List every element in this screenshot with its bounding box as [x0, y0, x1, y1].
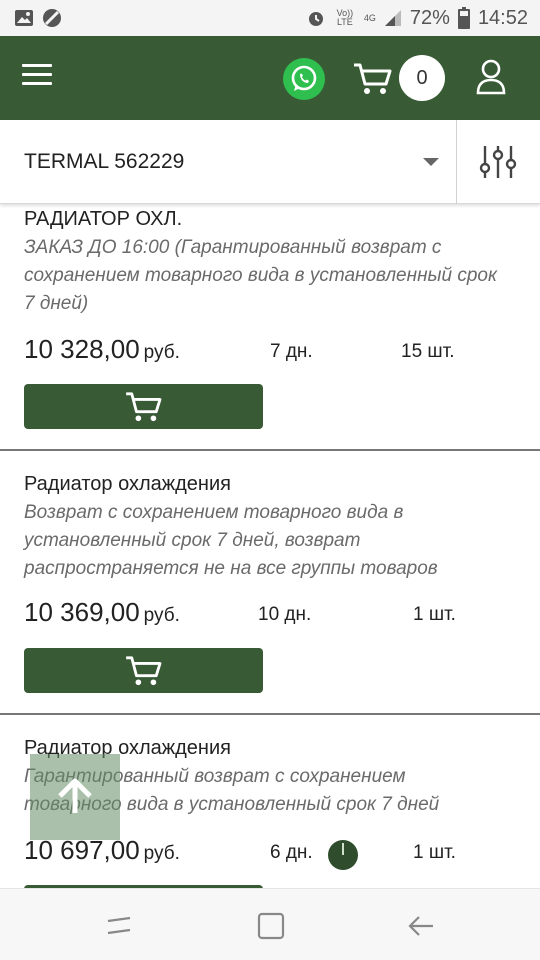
product-price: 10 369,00 руб. — [24, 597, 180, 628]
currency: руб. — [143, 605, 180, 626]
stock-qty: 1 шт. — [413, 604, 456, 625]
cart-icon — [125, 655, 161, 685]
currency: руб. — [143, 843, 180, 864]
clock: 14:52 — [477, 6, 528, 29]
blocked-icon — [42, 8, 62, 28]
loading-indicator — [328, 840, 358, 870]
home-icon[interactable] — [256, 911, 286, 941]
scroll-to-top-button[interactable] — [30, 754, 120, 840]
product-note: Возврат с сохранением товарного вида в у… — [24, 502, 438, 579]
whatsapp-icon[interactable] — [283, 58, 325, 100]
add-to-cart-button[interactable] — [24, 648, 263, 693]
currency: руб. — [143, 342, 180, 363]
delivery-days: 7 дн. — [270, 341, 313, 362]
alarm-icon — [306, 8, 326, 28]
system-nav-bar — [0, 888, 540, 960]
product-item: Радиатор охлаждения Возврат с сохранение… — [0, 451, 540, 715]
hamburger-icon[interactable] — [22, 64, 52, 90]
arrow-up-icon — [58, 778, 92, 813]
network-indicator: 4G — [363, 12, 376, 23]
delivery-days: 6 дн. — [270, 842, 313, 863]
product-price: 10 328,00 руб. — [24, 334, 180, 365]
signal-icon — [384, 9, 402, 27]
stock-qty: 1 шт. — [413, 842, 456, 863]
status-bar: Vo)) LTE 4G 72% 14:52 — [0, 0, 540, 36]
user-icon[interactable] — [476, 59, 506, 95]
product-title: РАДИАТОР ОХЛ. — [24, 208, 183, 230]
battery-icon — [457, 7, 470, 29]
cart-icon[interactable] — [353, 62, 393, 96]
product-item: РАДИАТОР ОХЛ. ЗАКАЗ ДО 16:00 (Гарантиров… — [0, 204, 540, 451]
product-title: Радиатор охлаждения — [24, 473, 231, 495]
add-to-cart-button[interactable] — [24, 384, 263, 429]
filter-bar: TERMAL 562229 — [0, 120, 540, 204]
sliders-icon[interactable] — [478, 144, 520, 180]
search-value: TERMAL 562229 — [24, 150, 185, 173]
image-icon — [14, 9, 34, 27]
cart-icon — [125, 391, 161, 421]
stock-qty: 15 шт. — [401, 341, 455, 362]
search-select[interactable]: TERMAL 562229 — [0, 120, 456, 204]
dropdown-caret-icon[interactable] — [423, 158, 439, 166]
battery-percent: 72% — [409, 6, 450, 29]
delivery-days: 10 дн. — [258, 604, 312, 625]
divider — [456, 120, 457, 204]
price-value: 10 369,00 — [24, 597, 140, 627]
product-note: ЗАКАЗ ДО 16:00 (Гарантированный возврат … — [24, 237, 497, 314]
cart-count-badge[interactable]: 0 — [399, 55, 445, 101]
back-icon[interactable] — [406, 911, 436, 941]
price-value: 10 328,00 — [24, 334, 140, 364]
volte-indicator: Vo)) LTE — [336, 8, 354, 27]
app-bar: 0 — [0, 36, 540, 120]
recents-icon[interactable] — [104, 911, 134, 941]
